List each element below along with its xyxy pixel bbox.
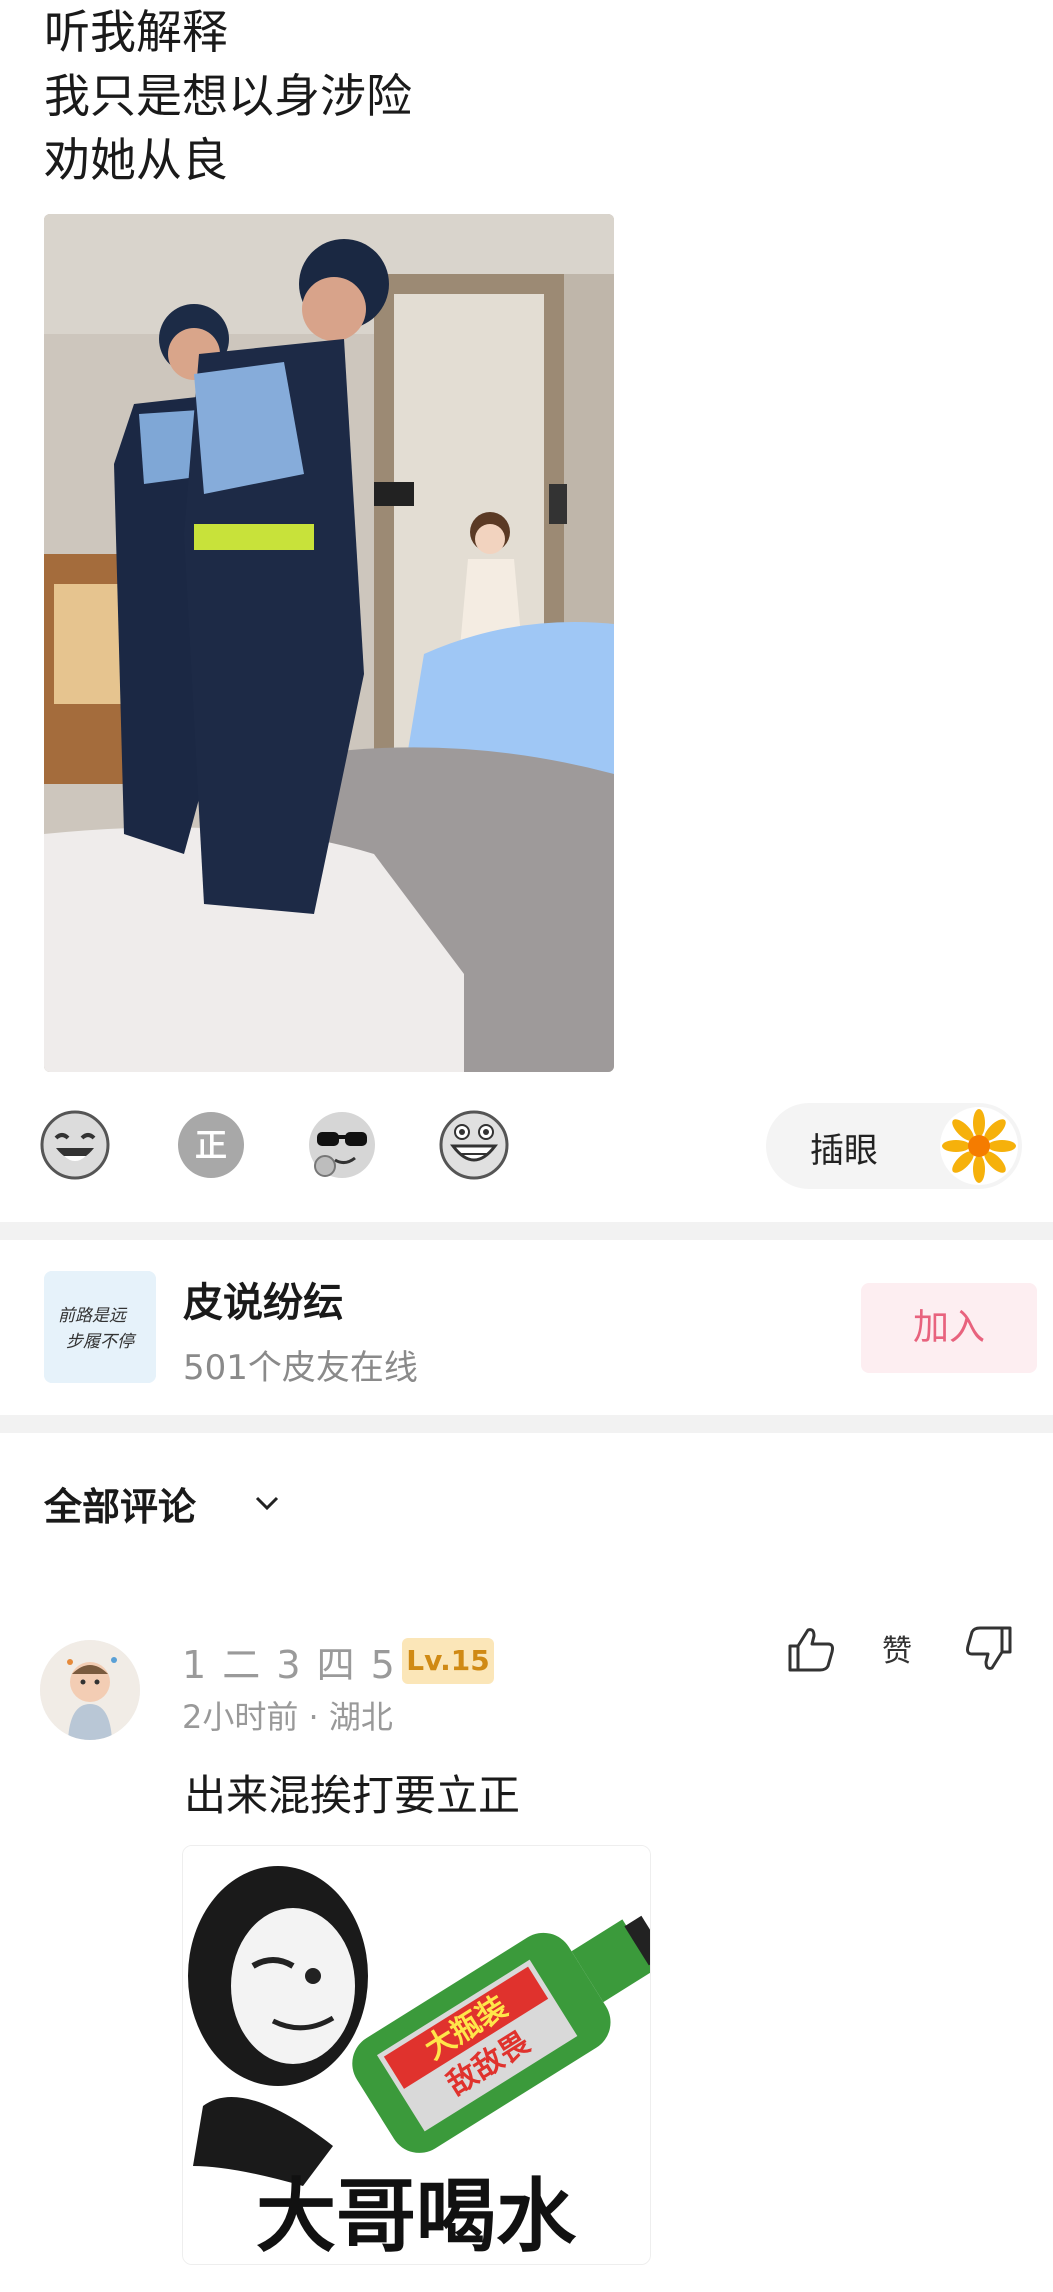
chayan-label: 插眼 [810, 1131, 878, 1171]
group-avatar[interactable]: 前路是远 步履不停 [44, 1271, 156, 1383]
svg-text:正: 正 [195, 1126, 227, 1164]
join-button[interactable]: 加入 [861, 1283, 1037, 1373]
post-image[interactable] [44, 214, 614, 1072]
chevron-down-icon[interactable] [252, 1488, 282, 1518]
avatar[interactable] [40, 1640, 140, 1740]
svg-text:步履不停: 步履不停 [66, 1332, 137, 1352]
comment-location: 湖北 [328, 1698, 393, 1736]
comment-sticker-image[interactable]: 大瓶装 敌敌畏 大哥喝水 [182, 1845, 651, 2265]
comment-text: 出来混挨打要立正 [184, 1771, 521, 1820]
like-label[interactable]: 赞 [882, 1626, 912, 1670]
sunglasses-emoji-icon[interactable] [307, 1110, 377, 1180]
laughing-emoji-icon[interactable] [40, 1110, 110, 1180]
grinning-emoji-icon[interactable] [439, 1110, 509, 1180]
meta-separator: · [298, 1698, 329, 1736]
comments-heading[interactable]: 全部评论 [44, 1476, 196, 1531]
thumbs-up-icon[interactable] [784, 1622, 838, 1676]
post-line-3: 劝她从良 [44, 133, 228, 187]
zheng-emoji-icon[interactable]: 正 [176, 1110, 246, 1180]
comment-time: 2小时前 [182, 1698, 299, 1736]
level-badge: Lv.15 [402, 1638, 494, 1684]
thumbs-down-icon[interactable] [962, 1622, 1016, 1676]
sticker-caption: 大哥喝水 [256, 2170, 577, 2263]
sunflower-icon [940, 1107, 1018, 1185]
post-text: 听我解释 我只是想以身涉险 劝她从良 [44, 0, 412, 192]
comment-username[interactable]: 1 二 3 四 5 [182, 1634, 397, 1689]
group-name[interactable]: 皮说纷纭 [183, 1270, 343, 1328]
post-line-1: 听我解释 [44, 5, 228, 59]
section-divider [0, 1222, 1053, 1240]
svg-text:前路是远: 前路是远 [58, 1306, 128, 1326]
comment-meta: 2小时前 · 湖北 [182, 1692, 393, 1738]
post-line-2: 我只是想以身涉险 [44, 69, 412, 123]
group-online-count: 501个皮友在线 [183, 1348, 418, 1388]
section-divider [0, 1415, 1053, 1433]
chayan-button[interactable]: 插眼 [766, 1103, 1022, 1189]
